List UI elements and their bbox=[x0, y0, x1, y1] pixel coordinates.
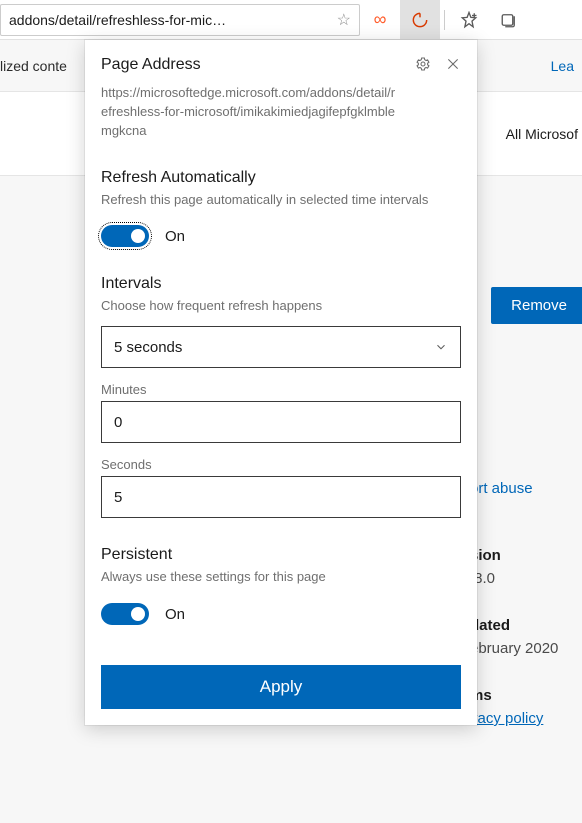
collections-icon[interactable] bbox=[489, 0, 529, 40]
toggle-knob bbox=[131, 607, 145, 621]
refresh-toggle[interactable] bbox=[101, 225, 149, 247]
refresh-title: Refresh Automatically bbox=[101, 169, 461, 187]
intervals-title: Intervals bbox=[101, 275, 461, 293]
apply-button-label: Apply bbox=[260, 677, 303, 697]
gear-icon[interactable] bbox=[415, 56, 431, 72]
favorites-add-icon[interactable] bbox=[449, 0, 489, 40]
updated-label: dated bbox=[470, 617, 582, 634]
persistent-title: Persistent bbox=[101, 546, 461, 564]
toolbar-extensions: ∞ bbox=[360, 0, 529, 39]
persistent-toggle[interactable] bbox=[101, 603, 149, 625]
minutes-value: 0 bbox=[114, 414, 122, 431]
personalized-text: lized conte bbox=[0, 58, 75, 74]
seconds-input[interactable]: 5 bbox=[101, 476, 461, 518]
minutes-input[interactable]: 0 bbox=[101, 401, 461, 443]
seconds-value: 5 bbox=[114, 489, 122, 506]
extension-popup: Page Address https://microsoftedge.micro… bbox=[85, 40, 477, 725]
persistent-section: Persistent Always use these settings for… bbox=[101, 546, 461, 625]
popup-header-text: Page Address bbox=[101, 56, 201, 80]
persistent-desc: Always use these settings for this page bbox=[101, 568, 461, 587]
learn-more-link[interactable]: Lea bbox=[543, 58, 574, 74]
favorite-star-icon[interactable]: ☆ bbox=[329, 10, 351, 30]
report-abuse-link[interactable]: ort abuse bbox=[470, 480, 582, 497]
interval-select[interactable]: 5 seconds bbox=[101, 326, 461, 368]
persistent-toggle-label: On bbox=[165, 606, 185, 623]
refresh-section: Refresh Automatically Refresh this page … bbox=[101, 169, 461, 248]
terms-label: ms bbox=[470, 687, 582, 704]
refresh-toggle-label: On bbox=[165, 228, 185, 245]
close-icon[interactable] bbox=[445, 56, 461, 72]
persistent-toggle-row: On bbox=[101, 603, 461, 625]
interval-select-value: 5 seconds bbox=[114, 339, 182, 356]
refresh-desc: Refresh this page automatically in selec… bbox=[101, 191, 461, 210]
updated-value: ebruary 2020 bbox=[470, 640, 582, 657]
seconds-label: Seconds bbox=[101, 457, 461, 472]
popup-header-icons bbox=[415, 56, 461, 72]
page-address-title: Page Address bbox=[101, 56, 201, 74]
remove-button[interactable]: Remove bbox=[491, 287, 582, 324]
toolbar-divider bbox=[444, 10, 445, 30]
page-address-url: https://microsoftedge.microsoft.com/addo… bbox=[101, 84, 461, 141]
intervals-section: Intervals Choose how frequent refresh ha… bbox=[101, 275, 461, 518]
all-microsoft-link[interactable]: All Microsof bbox=[506, 126, 582, 142]
popup-header: Page Address bbox=[101, 56, 461, 80]
browser-toolbar: addons/detail/refreshless-for-mic… ☆ ∞ bbox=[0, 0, 582, 40]
minutes-label: Minutes bbox=[101, 382, 461, 397]
side-info: ort abuse sion .8.0 dated ebruary 2020 m… bbox=[470, 480, 582, 727]
version-value: .8.0 bbox=[470, 570, 582, 587]
address-text: addons/detail/refreshless-for-mic… bbox=[9, 12, 226, 28]
apply-button[interactable]: Apply bbox=[101, 665, 461, 709]
refresh-toggle-row: On bbox=[101, 225, 461, 247]
remove-button-label: Remove bbox=[511, 297, 567, 314]
intervals-desc: Choose how frequent refresh happens bbox=[101, 297, 461, 316]
address-bar[interactable]: addons/detail/refreshless-for-mic… ☆ bbox=[0, 4, 360, 36]
toggle-knob bbox=[131, 229, 145, 243]
extension-infinity-icon[interactable]: ∞ bbox=[360, 0, 400, 40]
version-label: sion bbox=[470, 547, 582, 564]
chevron-down-icon bbox=[434, 340, 448, 354]
extension-refresh-icon[interactable] bbox=[400, 0, 440, 40]
privacy-policy-link[interactable]: vacy policy bbox=[470, 710, 582, 727]
